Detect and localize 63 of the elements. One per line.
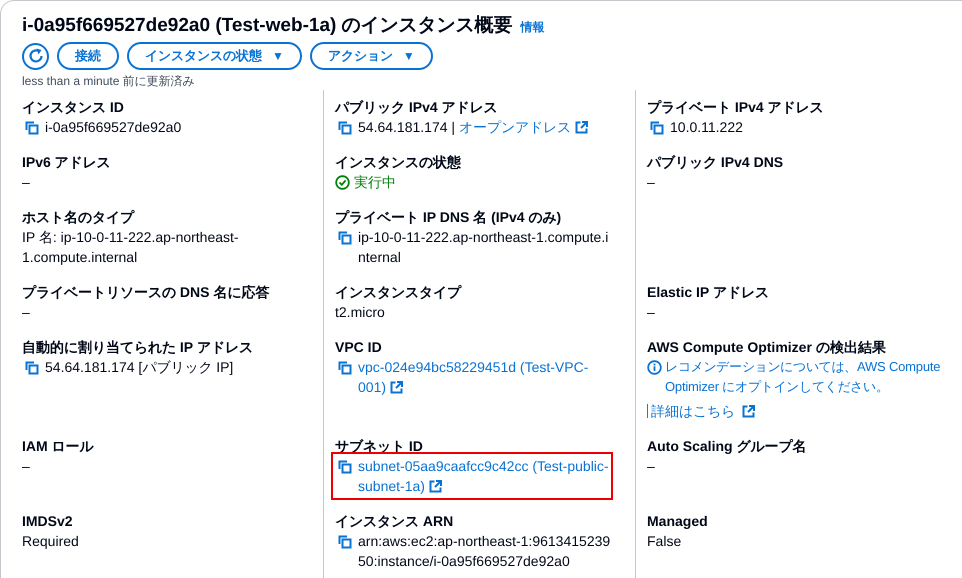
field-label: プライベートリソースの DNS 名に応答 xyxy=(22,283,270,302)
field-value: ip-10-0-11-222.ap-northeast-1.compute.internal xyxy=(358,229,608,265)
field-label: IMDSv2 xyxy=(22,512,74,531)
field-value: i-0a95f669527de92a0 xyxy=(45,119,182,135)
field-label: Auto Scaling グループ名 xyxy=(647,437,808,456)
field-value: arn:aws:ec2:ap-northeast-1:961341523950:instance/i-0a95f669527de92a0 xyxy=(358,533,610,569)
field-value: – xyxy=(647,303,656,322)
external-link[interactable]: vpc-024e94bc58229451d (Test-VPC-001) xyxy=(358,357,613,397)
details-link[interactable]: 詳細はこちら xyxy=(651,401,735,421)
field-value: IP 名: ip-10-0-11-222.ap-northeast-1.compute.internal xyxy=(22,228,240,267)
field-label: プライベート IPv4 アドレス xyxy=(647,98,825,117)
field-value: – xyxy=(647,457,656,476)
field-value: – xyxy=(647,173,656,192)
field-value: 54.64.181.174 [パブリック IP] xyxy=(45,359,234,375)
field-label: インスタンスタイプ xyxy=(335,283,463,302)
field-label: VPC ID xyxy=(335,338,383,357)
field-label: Elastic IP アドレス xyxy=(647,283,770,302)
field-value: – xyxy=(22,303,31,322)
status-text: 実行中 xyxy=(354,173,396,192)
copy-icon[interactable] xyxy=(650,121,664,135)
copy-icon[interactable] xyxy=(338,535,352,549)
connect-button[interactable]: 接続 xyxy=(57,42,119,70)
dropdown-button[interactable]: アクション ▼ xyxy=(310,42,433,70)
refresh-button[interactable] xyxy=(22,42,49,70)
copy-icon[interactable] xyxy=(338,121,352,135)
field-value: – xyxy=(22,173,31,192)
notice-text: レコメンデーションについては、AWS Compute Optimizer にオプトインしてください。 xyxy=(665,358,942,396)
success-icon xyxy=(335,174,350,190)
copy-icon[interactable] xyxy=(25,361,39,375)
field-value: 10.0.11.222 xyxy=(670,119,743,135)
field-value: Required xyxy=(22,532,80,551)
external-link-icon xyxy=(428,480,442,493)
refresh-icon xyxy=(26,47,44,65)
copy-icon[interactable] xyxy=(338,231,352,245)
field-label: AWS Compute Optimizer の検出結果 xyxy=(647,338,887,357)
field-label: Managed xyxy=(647,512,709,531)
field-label: インスタンスの状態 xyxy=(335,153,462,172)
field-label: ホスト名のタイプ xyxy=(22,208,136,227)
external-link-icon xyxy=(390,381,404,394)
copy-icon[interactable] xyxy=(338,361,352,375)
field-label: インスタンス ARN xyxy=(335,512,454,531)
external-link[interactable]: subnet-05aa9caafcc9c42cc (Test-public-subnet-1a) xyxy=(358,456,609,496)
copy-icon[interactable] xyxy=(25,121,39,135)
field-label: パブリック IPv4 アドレス xyxy=(335,98,499,117)
field-label: プライベート IP DNS 名 (IPv4 のみ) xyxy=(335,208,562,227)
dropdown-button[interactable]: インスタンスの状態 ▼ xyxy=(127,42,302,70)
field-label: パブリック IPv4 DNS xyxy=(647,153,784,172)
field-label: インスタンス ID xyxy=(22,98,125,117)
field-value: t2.micro xyxy=(335,303,386,322)
field-value: 54.64.181.174 | xyxy=(358,119,456,135)
copy-icon[interactable] xyxy=(338,460,352,474)
field-value: – xyxy=(22,457,31,476)
info-icon xyxy=(647,360,662,375)
external-link-icon xyxy=(574,121,588,134)
info-link[interactable]: 情報 xyxy=(520,19,545,36)
external-link-icon xyxy=(742,404,755,418)
external-link[interactable]: オープンアドレス xyxy=(458,117,588,137)
field-label: IPv6 アドレス xyxy=(22,153,112,172)
updated-text: less than a minute 前に更新済み xyxy=(22,73,196,90)
field-value: False xyxy=(647,532,682,551)
page-title: i-0a95f669527de92a0 (Test-web-1a) のインスタンス概要 xyxy=(22,14,513,38)
field-label: 自動的に割り当てられた IP アドレス xyxy=(22,338,254,357)
field-label: IAM ロール xyxy=(22,437,95,456)
